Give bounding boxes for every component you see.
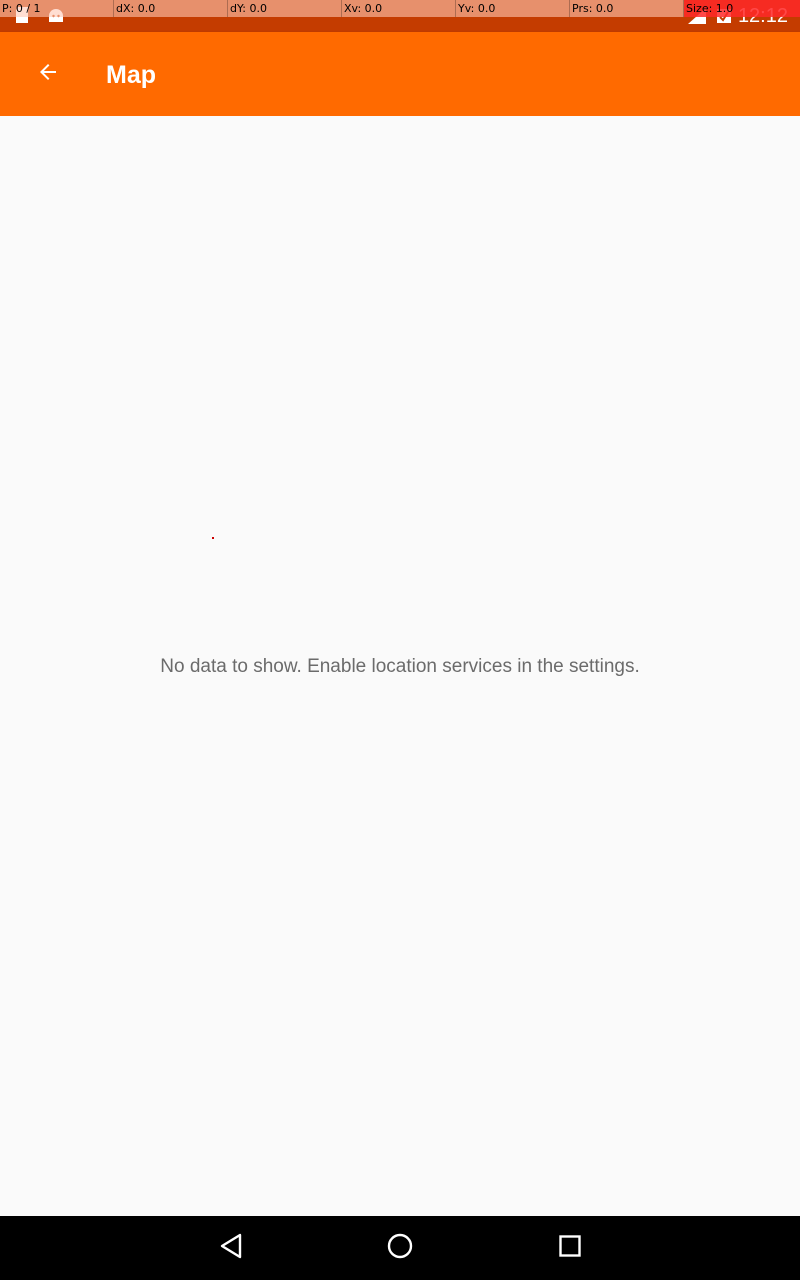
page-title: Map <box>106 61 156 89</box>
back-button[interactable] <box>24 50 72 98</box>
pointer-location-overlay: P: 0 / 1 dX: 0.0 dY: 0.0 Xv: 0.0 Yv: 0.0… <box>0 0 800 17</box>
nav-recents-icon <box>558 1234 582 1263</box>
arrow-back-icon <box>36 60 60 89</box>
pointer-xv: Xv: 0.0 <box>342 0 456 17</box>
pointer-count: P: 0 / 1 <box>0 0 114 17</box>
pointer-dy: dY: 0.0 <box>228 0 342 17</box>
pointer-dx: dX: 0.0 <box>114 0 228 17</box>
pointer-size: Size: 1.0 <box>684 0 800 17</box>
nav-back-button[interactable] <box>211 1228 251 1268</box>
map-marker-dot <box>212 537 214 539</box>
screen: 12:12 P: 0 / 1 dX: 0.0 dY: 0.0 Xv: 0.0 Y… <box>0 0 800 1280</box>
nav-recents-button[interactable] <box>550 1228 590 1268</box>
nav-back-icon <box>218 1232 244 1265</box>
app-bar: Map <box>0 32 800 116</box>
map-content: No data to show. Enable location service… <box>0 116 800 1216</box>
pointer-prs: Prs: 0.0 <box>570 0 684 17</box>
empty-state-message: No data to show. Enable location service… <box>160 656 640 677</box>
pointer-yv: Yv: 0.0 <box>456 0 570 17</box>
nav-home-button[interactable] <box>380 1228 420 1268</box>
navigation-bar <box>0 1216 800 1280</box>
nav-home-icon <box>386 1232 414 1265</box>
